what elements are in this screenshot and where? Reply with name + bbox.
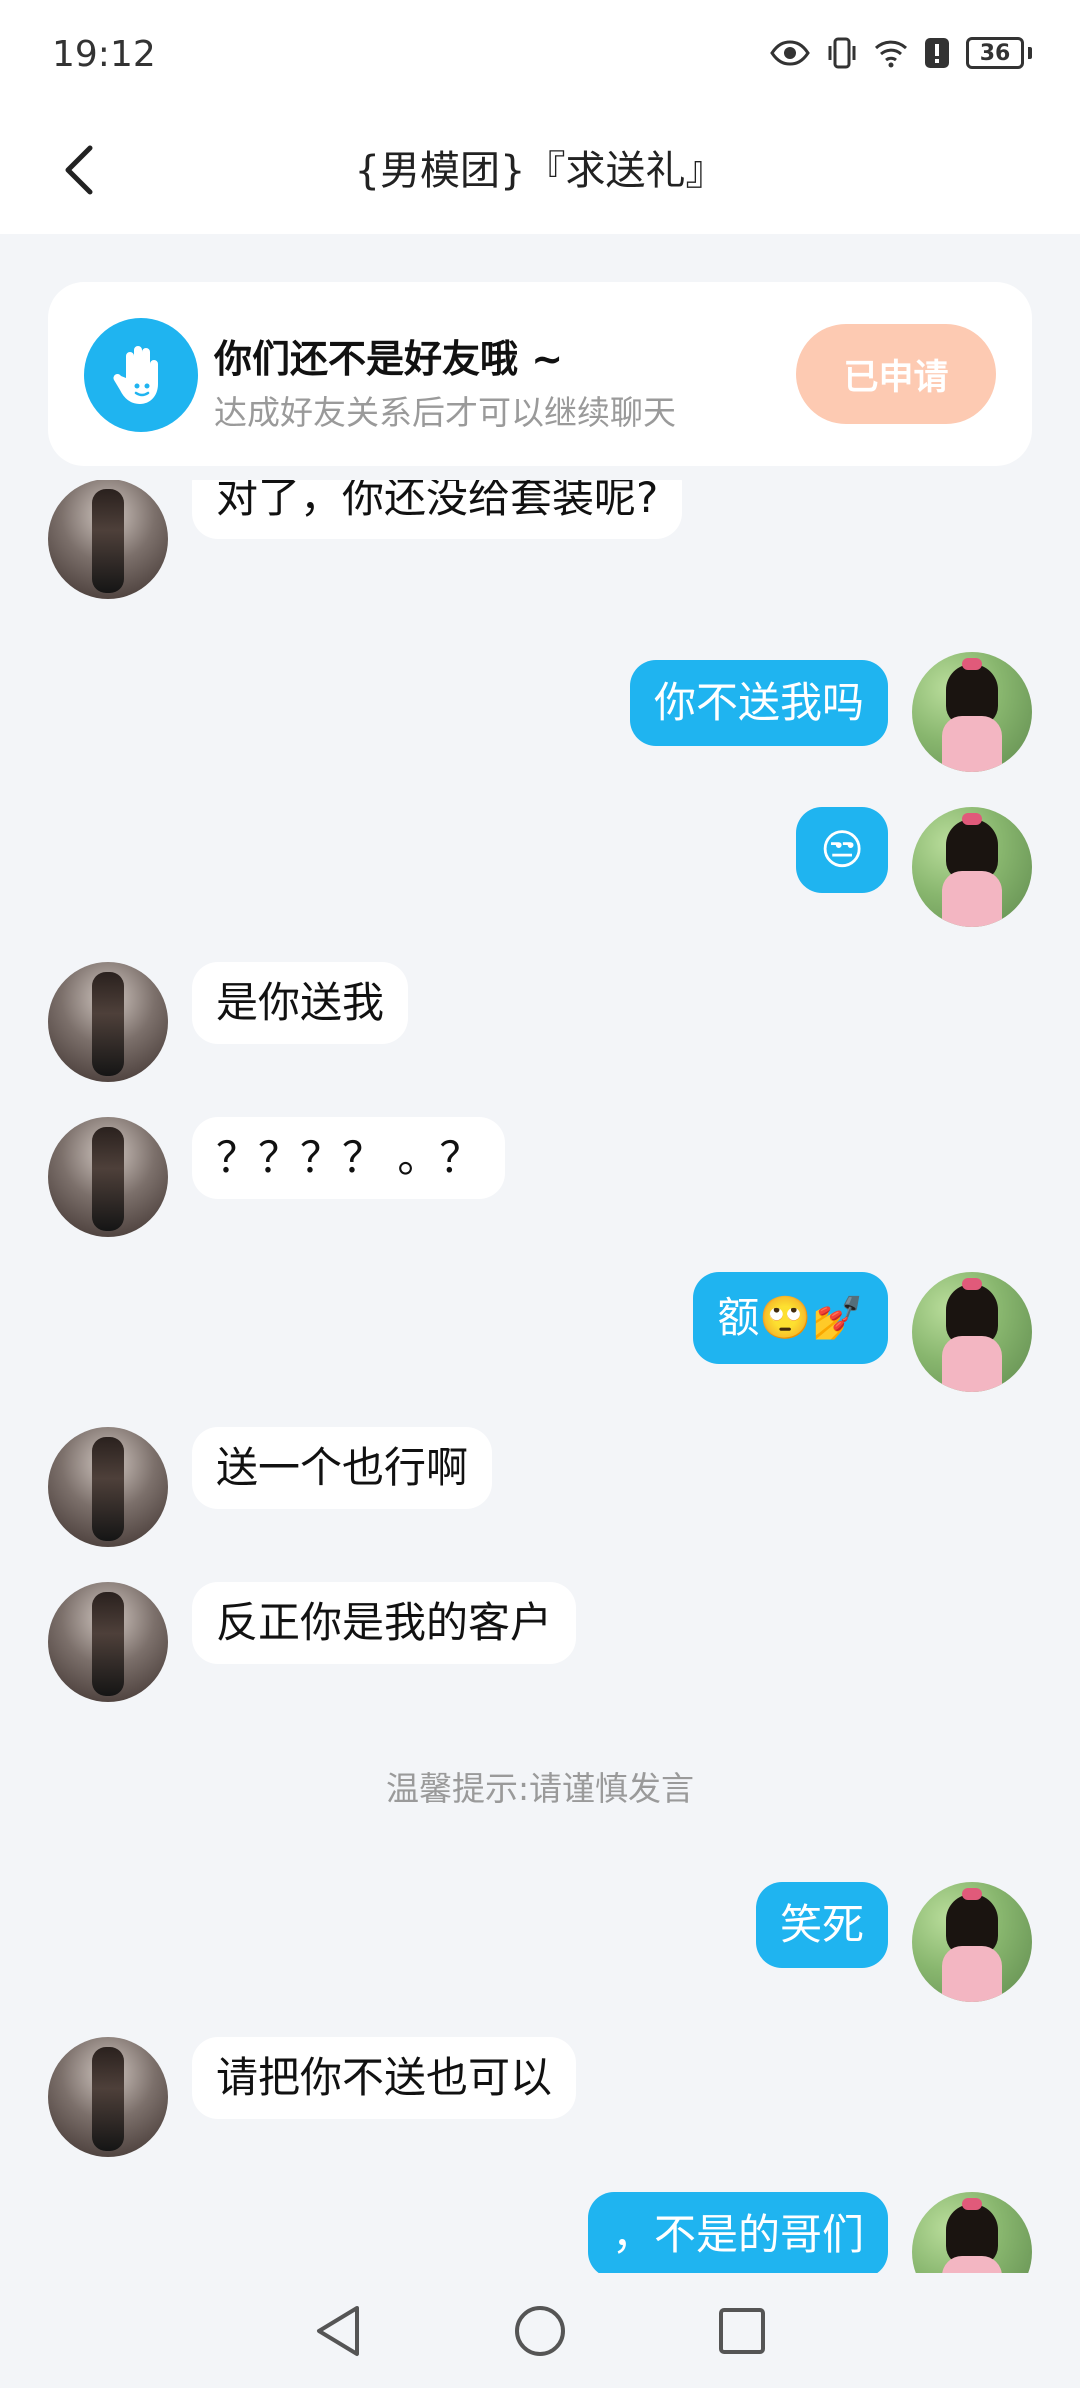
battery-tip (1028, 47, 1032, 59)
triangle-back-icon[interactable] (313, 2304, 363, 2358)
message-row: 送一个也行啊 (0, 1427, 1080, 1547)
avatar[interactable] (48, 2037, 168, 2157)
message-bubble[interactable]: 笑死 (755, 1882, 888, 1968)
message-row: ？？？？ 。？ (0, 1117, 1080, 1237)
battery-indicator: 36 (966, 37, 1032, 69)
message-bubble[interactable]: 额🙄💅 (693, 1272, 888, 1364)
square-recent-icon[interactable] (717, 2306, 767, 2356)
friend-notice-title: 你们还不是好友哦 ~ (214, 337, 564, 381)
hand-wave-icon (84, 318, 198, 432)
message-row: 是你送我 (0, 962, 1080, 1082)
avatar[interactable] (912, 652, 1032, 772)
message-bubble[interactable]: ，不是的哥们 (587, 2192, 888, 2273)
avatar[interactable] (48, 1117, 168, 1237)
message-bubble[interactable]: 送一个也行啊 (192, 1427, 493, 1509)
avatar[interactable] (912, 2192, 1032, 2273)
message-bubble[interactable]: 对了，你还没给套装呢? (192, 480, 683, 539)
message-row: 你不送我吗 (0, 652, 1080, 772)
message-bubble[interactable]: 请把你不送也可以 (192, 2037, 577, 2119)
friend-notice-subtitle: 达成好友关系后才可以继续聊天 (214, 393, 676, 432)
message-row: ，不是的哥们 (0, 2192, 1080, 2273)
system-tip: 温馨提示:请谨慎发言 (385, 1769, 695, 1808)
message-bubble[interactable]: 你不送我吗 (629, 660, 888, 746)
avatar[interactable] (48, 480, 168, 599)
navigation-bar (0, 2273, 1080, 2388)
circle-home-icon[interactable] (513, 2304, 567, 2358)
message-bubble[interactable]: 反正你是我的客户 (192, 1582, 577, 1664)
message-row: 反正你是我的客户 (0, 1582, 1080, 1702)
avatar[interactable] (48, 962, 168, 1082)
alert-icon (925, 38, 949, 68)
message-row: 对了，你还没给套装呢? (0, 480, 1080, 599)
vibrate-icon (828, 37, 856, 69)
wifi-icon (874, 40, 908, 68)
chat-title: {男模团}『求送礼』 (354, 148, 726, 194)
battery-level: 36 (966, 37, 1024, 69)
status-icons: 36 (770, 36, 1032, 70)
message-row: 额🙄💅 (0, 1272, 1080, 1392)
avatar[interactable] (912, 1882, 1032, 2002)
avatar[interactable] (48, 1582, 168, 1702)
chat-header: {男模团}『求送礼』 (0, 110, 1080, 234)
message-list[interactable]: 对了，你还没给套装呢? 你不送我吗 😒 是你送我 ？？？？ 。？ 额🙄💅 送一个… (0, 480, 1080, 2273)
applied-button[interactable]: 已申请 (796, 324, 996, 424)
avatar[interactable] (48, 1427, 168, 1547)
message-row: 😒 (0, 807, 1080, 927)
friend-notice-card: 你们还不是好友哦 ~ 达成好友关系后才可以继续聊天 已申请 (48, 282, 1032, 466)
avatar[interactable] (912, 1272, 1032, 1392)
status-bar: 19:12 36 (0, 0, 1080, 110)
message-bubble[interactable]: 😒 (796, 807, 888, 893)
eye-icon (770, 40, 810, 66)
avatar[interactable] (912, 807, 1032, 927)
message-bubble[interactable]: 是你送我 (192, 962, 409, 1044)
message-bubble[interactable]: ？？？？ 。？ (192, 1117, 506, 1199)
status-time: 19:12 (52, 34, 156, 75)
message-row: 请把你不送也可以 (0, 2037, 1080, 2157)
message-row: 笑死 (0, 1882, 1080, 2002)
